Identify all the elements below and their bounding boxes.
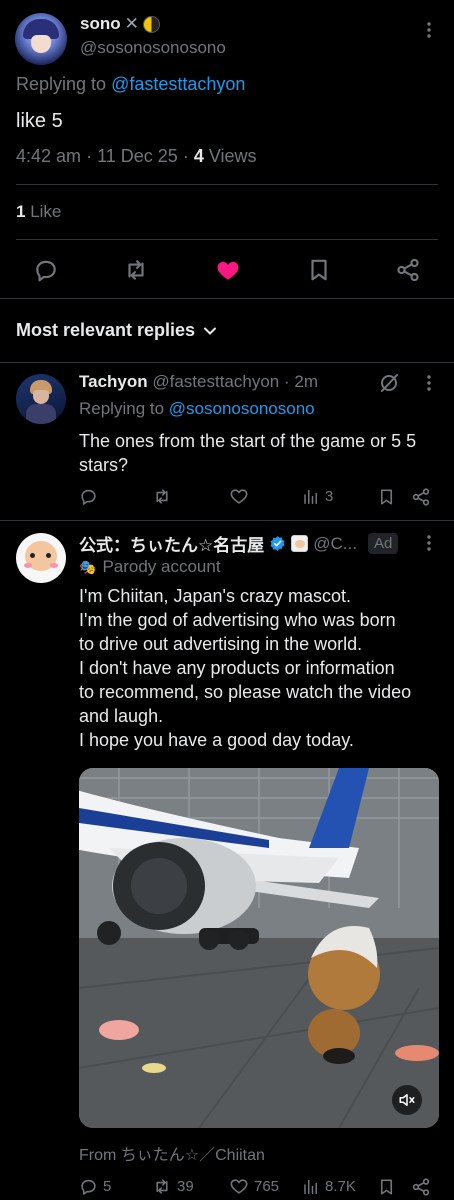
more-options-icon[interactable]	[422, 20, 436, 40]
reply-handle[interactable]: @fastesttachyon	[152, 372, 279, 391]
divider	[0, 298, 454, 299]
divider	[16, 184, 438, 185]
ad-text-line: I hope you have a good day today.	[79, 730, 354, 750]
views-count: 4	[193, 146, 204, 166]
ad-text-line: I don't have any products or information	[79, 658, 395, 678]
half-moon-emoji-icon	[142, 15, 160, 33]
bookmark-icon[interactable]	[377, 487, 396, 507]
reply-time[interactable]: 2m	[294, 372, 318, 391]
theater-masks-icon: 🎭	[79, 558, 97, 575]
like-button[interactable]: 765	[229, 1177, 279, 1196]
reply-icon	[79, 1177, 98, 1196]
share-icon[interactable]	[411, 1177, 431, 1197]
grok-icon[interactable]	[377, 371, 401, 395]
analytics-icon	[302, 1177, 320, 1196]
ad-handle[interactable]: @C...	[313, 534, 357, 554]
replies-sort-dropdown[interactable]: Most relevant replies	[16, 320, 217, 341]
muted-speaker-icon	[398, 1091, 416, 1109]
bookmark-icon[interactable]	[377, 1177, 396, 1197]
mute-button[interactable]	[392, 1085, 422, 1115]
ad-header: 公式：ちぃたん☆名古屋 @C... Ad	[79, 531, 399, 556]
like-button[interactable]	[229, 487, 249, 506]
views-label: Views	[208, 146, 257, 166]
like-count: 765	[254, 1178, 280, 1195]
divider	[0, 520, 454, 521]
replying-handle-link[interactable]: @fastesttachyon	[111, 74, 245, 94]
reply-icon[interactable]	[33, 257, 59, 283]
ad-text: I'm Chiitan, Japan's crazy mascot. I'm t…	[79, 584, 449, 752]
video-source[interactable]: From ちぃたん☆／Chiitan	[79, 1141, 265, 1165]
more-options-icon[interactable]	[422, 533, 436, 553]
cross-emoji-icon: ✕	[124, 14, 139, 33]
repost-button[interactable]: 39	[152, 1177, 194, 1196]
parody-text: Parody account	[102, 557, 221, 576]
ad-text-line: I'm Chiitan, Japan's crazy mascot.	[79, 586, 351, 606]
parody-label: 🎭 Parody account	[79, 557, 221, 577]
share-icon[interactable]	[395, 257, 421, 283]
ad-text-line: and laugh.	[79, 706, 164, 726]
affiliate-badge-icon	[291, 535, 309, 552]
reply-header: Tachyon @fastesttachyon · 2m	[79, 372, 319, 391]
ad-text-line: to drive out advertising in the world.	[79, 634, 363, 654]
reply-replying-to: Replying to @sosonosonosono	[79, 399, 315, 419]
ad-text-line: I'm the god of advertising who was born	[79, 610, 396, 630]
ad-display-name[interactable]: 公式：ちぃたん☆名古屋	[79, 531, 264, 556]
likes-label: Like	[30, 202, 62, 221]
verified-badge-icon	[269, 535, 286, 552]
avatar[interactable]	[15, 13, 67, 65]
replying-to: Replying to @fastesttachyon	[16, 74, 245, 95]
avatar[interactable]	[16, 374, 66, 424]
more-options-icon[interactable]	[422, 373, 436, 393]
reply-text: The ones from the start of the game or 5…	[79, 431, 417, 475]
display-name[interactable]: sono	[80, 14, 121, 34]
video-player[interactable]	[79, 768, 439, 1128]
views-count: 3	[325, 488, 334, 505]
reply-button[interactable]	[79, 487, 98, 506]
views-button[interactable]: 8.7K	[302, 1177, 356, 1196]
post-meta: 4:42 am · 11 Dec 25 · 4 Views	[16, 146, 257, 166]
replies-sort-label: Most relevant replies	[16, 320, 196, 340]
repost-button[interactable]	[152, 487, 172, 506]
bookmark-icon[interactable]	[306, 256, 332, 284]
handle[interactable]: @sosonosonosono	[80, 38, 226, 58]
post-date[interactable]: 11 Dec 25	[97, 146, 178, 166]
avatar[interactable]	[16, 533, 66, 583]
replying-prefix: Replying to	[16, 74, 107, 94]
likes-count: 1	[16, 202, 26, 221]
reply-button[interactable]: 5	[79, 1177, 111, 1196]
post-text: like 5	[16, 110, 63, 132]
divider	[0, 362, 454, 363]
replying-prefix: Replying to	[79, 399, 165, 418]
likes-summary[interactable]: 1 Like	[16, 202, 61, 222]
reply-display-name[interactable]: Tachyon	[79, 372, 148, 391]
ad-text-line: to recommend, so please watch the video	[79, 682, 412, 702]
repost-icon[interactable]	[122, 257, 150, 283]
like-filled-icon[interactable]	[214, 257, 242, 283]
repost-icon	[152, 1177, 172, 1196]
divider	[16, 239, 438, 240]
repost-icon	[152, 487, 172, 506]
reply-count: 5	[103, 1178, 112, 1195]
share-icon[interactable]	[411, 487, 431, 507]
reply-icon	[79, 487, 98, 506]
analytics-icon	[302, 487, 320, 506]
repost-count: 39	[177, 1178, 194, 1195]
video-frame	[79, 768, 439, 1128]
replying-handle-link[interactable]: @sosonosonosono	[169, 399, 315, 418]
heart-icon	[229, 1177, 249, 1196]
post-time[interactable]: 4:42 am	[16, 146, 81, 166]
views-button[interactable]: 3	[302, 487, 333, 506]
chevron-down-icon	[203, 324, 217, 338]
ad-badge: Ad	[367, 533, 399, 554]
views-count: 8.7K	[325, 1178, 356, 1195]
heart-icon	[229, 487, 249, 506]
